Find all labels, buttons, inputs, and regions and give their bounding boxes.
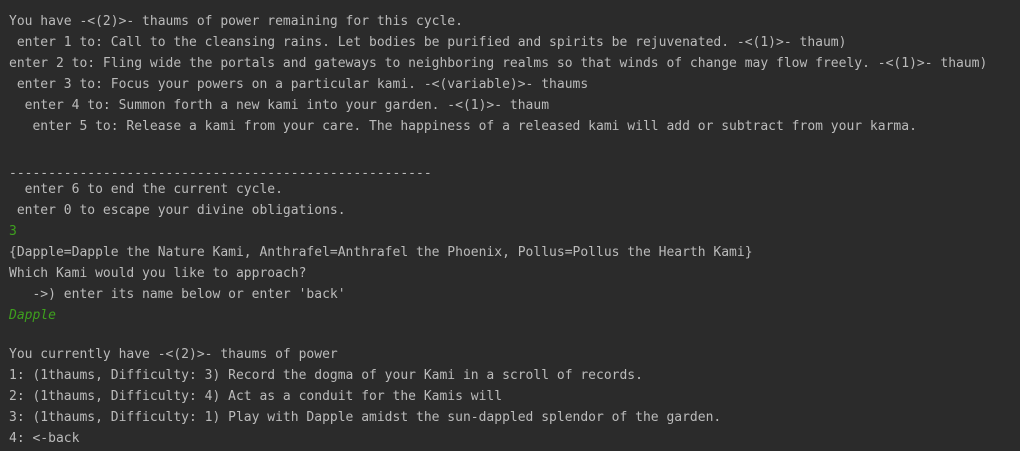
approach-prompt-line: Which Kami would you like to approach?	[9, 266, 307, 281]
user-input-kami-name: Dapple	[9, 308, 56, 323]
option-line-4: enter 4 to: Summon forth a new kami into…	[9, 98, 550, 113]
option-line-2: enter 2 to: Fling wide the portals and g…	[9, 56, 988, 71]
approach-hint-line: ->) enter its name below or enter 'back'	[9, 287, 346, 302]
action-line-3: 3: (1thaums, Difficulty: 1) Play with Da…	[9, 410, 722, 425]
kami-map-line: {Dapple=Dapple the Nature Kami, Anthrafe…	[9, 245, 753, 260]
top-rule: ----------------------------------------…	[9, 0, 909, 8]
option-line-1: enter 1 to: Call to the cleansing rains.…	[9, 35, 847, 50]
console-output[interactable]: ----------------------------------------…	[0, 0, 1020, 451]
escape-line: enter 0 to escape your divine obligation…	[9, 203, 346, 218]
current-power-line: You currently have -<(2)>- thaums of pow…	[9, 347, 338, 362]
mid-rule: ----------------------------------------…	[9, 166, 432, 181]
action-line-1: 1: (1thaums, Difficulty: 3) Record the d…	[9, 368, 643, 383]
action-line-2: 2: (1thaums, Difficulty: 4) Act as a con…	[9, 389, 503, 404]
option-line-3: enter 3 to: Focus your powers on a parti…	[9, 77, 589, 92]
power-remaining-line: You have -<(2)>- thaums of power remaini…	[9, 14, 463, 29]
end-cycle-line: enter 6 to end the current cycle.	[9, 182, 283, 197]
user-input-choice: 3	[9, 224, 17, 239]
option-line-5: enter 5 to: Release a kami from your car…	[9, 119, 917, 134]
action-line-4: 4: <-back	[9, 431, 80, 446]
